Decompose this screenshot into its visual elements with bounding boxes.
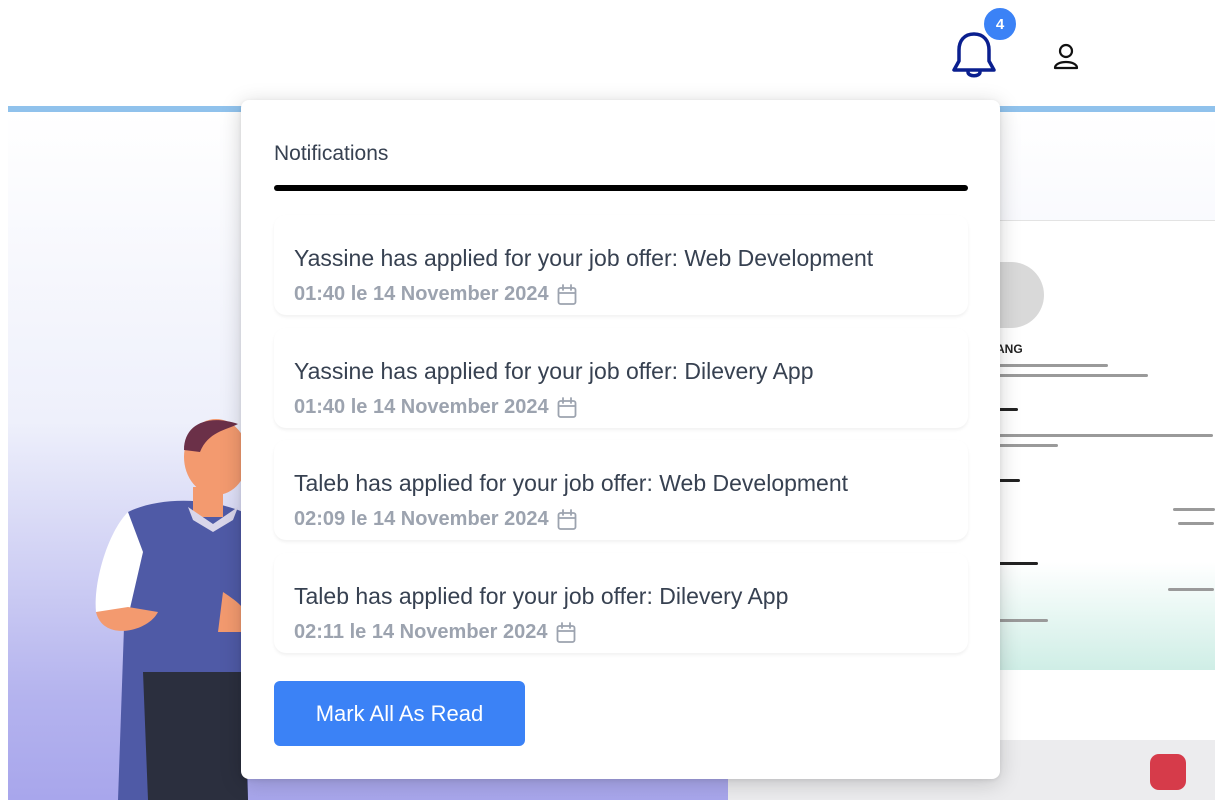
notification-message: Taleb has applied for your job offer: Di… <box>294 583 789 609</box>
resume-text-line <box>998 619 1048 622</box>
resume-text-line <box>998 374 1148 377</box>
notification-timestamp: 01:40 le 14 November 2024 <box>294 283 577 306</box>
notification-time-text: 01:40 le 14 November 2024 <box>294 396 549 418</box>
resume-text-line <box>1168 588 1214 591</box>
resume-text-line <box>998 479 1020 482</box>
calendar-icon <box>557 508 577 530</box>
resume-text-line <box>998 434 1213 437</box>
dropdown-divider <box>274 185 968 191</box>
resume-text-line <box>1178 522 1214 525</box>
mark-all-read-button[interactable]: Mark All As Read <box>274 681 525 746</box>
resume-text-line <box>998 408 1018 411</box>
resume-name: ANG <box>996 342 1023 356</box>
calendar-icon <box>557 283 577 305</box>
notification-time-text: 01:40 le 14 November 2024 <box>294 283 549 305</box>
notification-item[interactable]: Yassine has applied for your job offer: … <box>274 215 968 315</box>
notification-item[interactable]: Taleb has applied for your job offer: We… <box>274 440 968 540</box>
notification-time-text: 02:09 le 14 November 2024 <box>294 508 549 530</box>
calendar-icon <box>557 396 577 418</box>
notification-message: Yassine has applied for your job offer: … <box>294 358 814 384</box>
resume-text-line <box>998 364 1108 367</box>
notification-count-badge: 4 <box>981 5 1019 43</box>
notifications-dropdown: Notifications Yassine has applied for yo… <box>241 100 1000 779</box>
resume-text-line <box>998 444 1058 447</box>
notification-timestamp: 01:40 le 14 November 2024 <box>294 396 577 419</box>
notification-timestamp: 02:09 le 14 November 2024 <box>294 508 577 531</box>
notification-time-text: 02:11 le 14 November 2024 <box>294 621 548 643</box>
notification-message: Taleb has applied for your job offer: We… <box>294 470 849 496</box>
calendar-icon <box>556 621 575 643</box>
notification-timestamp: 02:11 le 14 November 2024 <box>294 621 576 644</box>
user-icon <box>1053 43 1079 70</box>
notification-message: Yassine has applied for your job offer: … <box>294 245 874 271</box>
notification-item[interactable]: Yassine has applied for your job offer: … <box>274 328 968 428</box>
dropdown-title: Notifications <box>274 142 389 165</box>
app-logo-icon <box>1150 754 1186 790</box>
resume-footer-band <box>968 562 1215 670</box>
top-header: 4 <box>0 0 1215 108</box>
resume-text-line <box>998 562 1038 565</box>
resume-text-line <box>1173 508 1215 511</box>
user-menu-button[interactable] <box>1050 40 1082 72</box>
notification-item[interactable]: Taleb has applied for your job offer: Di… <box>274 553 968 653</box>
